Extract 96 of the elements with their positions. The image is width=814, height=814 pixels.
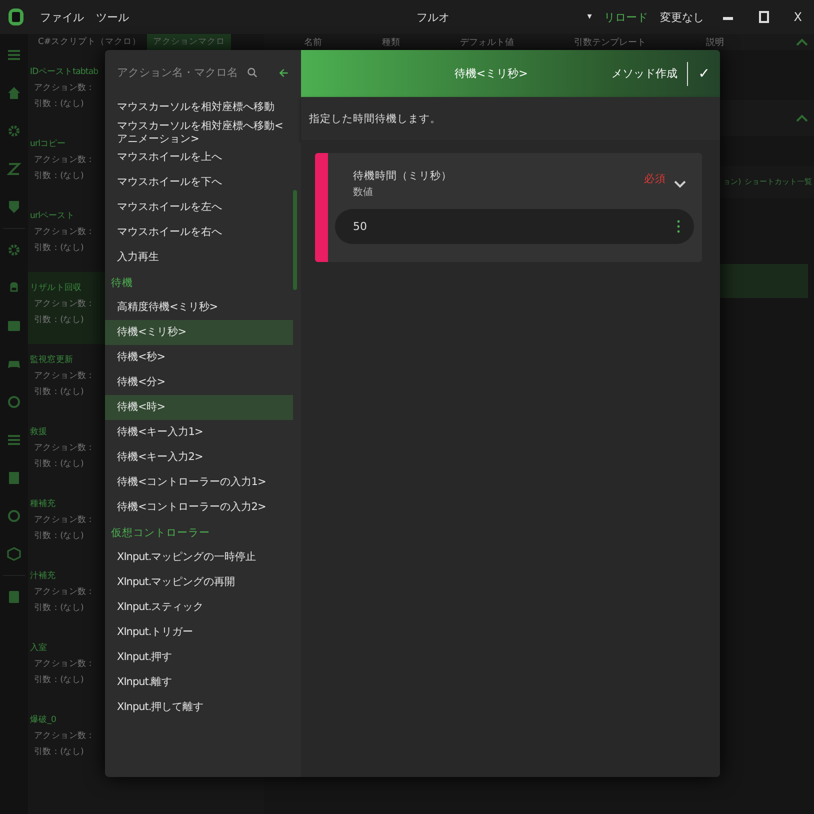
- action-item[interactable]: マウスカーソルを相対座標へ移動<アニメーション>: [105, 120, 293, 146]
- action-item[interactable]: 待機<キー入力2>: [105, 445, 293, 470]
- action-item[interactable]: 待機<時>: [105, 395, 293, 420]
- macro-name: urlペースト: [30, 210, 74, 222]
- action-count: アクション数：: [33, 442, 95, 454]
- gear-icon[interactable]: [7, 243, 21, 257]
- action-count: アクション数：: [33, 154, 95, 166]
- cube-icon[interactable]: [7, 547, 21, 561]
- column-header: デフォルト値: [460, 36, 514, 48]
- reload-button[interactable]: リロード: [604, 10, 648, 24]
- action-count: アクション数：: [33, 658, 95, 670]
- app-icon: [8, 8, 24, 26]
- action-item[interactable]: XInput.スティック: [105, 595, 293, 620]
- chevron-down-icon[interactable]: [674, 180, 686, 188]
- macro-name: IDペーストtabtab: [30, 66, 98, 78]
- list-icon[interactable]: [7, 433, 21, 447]
- dropdown-button[interactable]: ▾: [587, 12, 592, 22]
- category-header: 待機: [110, 276, 134, 291]
- parameter-type: 数値: [353, 186, 374, 199]
- action-count: アクション数：: [33, 514, 95, 526]
- column-header: 引数テンプレート: [574, 36, 646, 48]
- action-item[interactable]: 入力再生: [105, 245, 293, 270]
- argument-text: 引数：(なし): [33, 314, 84, 326]
- description: 指定した時間待機します。: [309, 112, 441, 126]
- action-item[interactable]: XInput.押す: [105, 645, 293, 670]
- more-icon[interactable]: [677, 220, 680, 233]
- back-arrow-icon[interactable]: [279, 66, 289, 78]
- dialog-title: 待機<ミリ秒>: [453, 66, 529, 81]
- action-item[interactable]: XInput.マッピングの一時停止: [105, 545, 293, 570]
- action-item[interactable]: マウスホイールを左へ: [105, 195, 293, 220]
- menu-item[interactable]: ツール: [96, 10, 129, 24]
- argument-text: 引数：(なし): [33, 170, 84, 182]
- action-item[interactable]: 待機<秒>: [105, 345, 293, 370]
- action-item[interactable]: 待機<コントローラーの入力1>: [105, 470, 293, 496]
- macro-name: 爆破_0: [30, 714, 56, 726]
- home-icon[interactable]: [7, 86, 21, 100]
- argument-text: 引数：(なし): [33, 530, 84, 542]
- required-label: 必須: [644, 172, 666, 186]
- action-item[interactable]: XInput.押して離す: [105, 695, 293, 720]
- parameter-name: 待機時間（ミリ秒）: [353, 169, 453, 183]
- alarm-icon[interactable]: [7, 395, 21, 409]
- tab[interactable]: C#スクリプト（マクロ）: [32, 34, 148, 50]
- action-item[interactable]: 高精度待機<ミリ秒>: [105, 295, 293, 320]
- action-item[interactable]: XInput.離す: [105, 670, 293, 696]
- column-header: 名前: [304, 36, 322, 48]
- macro-name: 入室: [30, 642, 48, 654]
- macro-name: urlコピー: [30, 138, 66, 150]
- category-header: 仮想コントローラー: [110, 526, 211, 541]
- action-count: アクション数：: [33, 730, 95, 742]
- action-item[interactable]: XInput.マッピングの再開: [105, 570, 293, 596]
- collapse-icon[interactable]: [796, 114, 808, 122]
- macro-name: 汁補充: [30, 570, 56, 582]
- action-item[interactable]: マウスホイールを上へ: [105, 145, 293, 170]
- argument-text: 引数：(なし): [33, 746, 84, 758]
- action-count: アクション数：: [33, 298, 95, 310]
- argument-text: 引数：(なし): [33, 674, 84, 686]
- action-count: アクション数：: [33, 82, 95, 94]
- action-item[interactable]: 待機<ミリ秒>: [105, 320, 293, 346]
- argument-text: 引数：(なし): [33, 98, 84, 110]
- action-count: アクション数：: [33, 586, 95, 598]
- status-text: 変更なし: [660, 10, 704, 24]
- action-item[interactable]: マウスホイールを下へ: [105, 170, 293, 196]
- shield-icon[interactable]: [7, 200, 21, 214]
- action-item[interactable]: マウスカーソルを相対座標へ移動: [105, 95, 293, 120]
- menu-icon[interactable]: [7, 48, 21, 62]
- z-icon[interactable]: [7, 162, 21, 176]
- action-count: アクション数：: [33, 370, 95, 382]
- macro-name: 種補充: [30, 498, 56, 510]
- search-icon[interactable]: [247, 66, 258, 79]
- value-field[interactable]: 50: [335, 209, 694, 244]
- macro-name: リザルト回収: [30, 282, 82, 294]
- argument-text: 引数：(なし): [33, 386, 84, 398]
- argument-text: 引数：(なし): [33, 602, 84, 614]
- collapse-icon[interactable]: [796, 38, 808, 46]
- maximize-icon[interactable]: [758, 11, 770, 23]
- column-header: 種類: [382, 36, 400, 48]
- action-item[interactable]: 待機<キー入力1>: [105, 420, 293, 446]
- gear-icon[interactable]: [7, 124, 21, 138]
- search-field[interactable]: アクション名・マクロ名: [115, 65, 239, 80]
- window-title: フルオ: [416, 10, 451, 24]
- macro-name: 監視窓更新: [30, 354, 74, 366]
- argument-text: 引数：(なし): [33, 242, 84, 254]
- action-item[interactable]: XInput.トリガー: [105, 620, 293, 646]
- column-header: 説明: [706, 36, 724, 48]
- action-item[interactable]: マウスホイールを右へ: [105, 220, 293, 246]
- circle-icon[interactable]: [7, 509, 21, 523]
- close-button[interactable]: X: [794, 10, 802, 24]
- create-method-button[interactable]: メソッド作成: [611, 66, 678, 81]
- action-count: アクション数：: [33, 226, 95, 238]
- macro-name: 救援: [30, 426, 48, 438]
- action-item[interactable]: 待機<コントローラーの入力2>: [105, 495, 293, 520]
- scrollbar[interactable]: [293, 190, 297, 290]
- action-item[interactable]: 待機<分>: [105, 370, 293, 396]
- confirm-button[interactable]: ✓: [698, 66, 710, 82]
- argument-text: 引数：(なし): [33, 458, 84, 470]
- menu-item[interactable]: ファイル: [40, 10, 84, 24]
